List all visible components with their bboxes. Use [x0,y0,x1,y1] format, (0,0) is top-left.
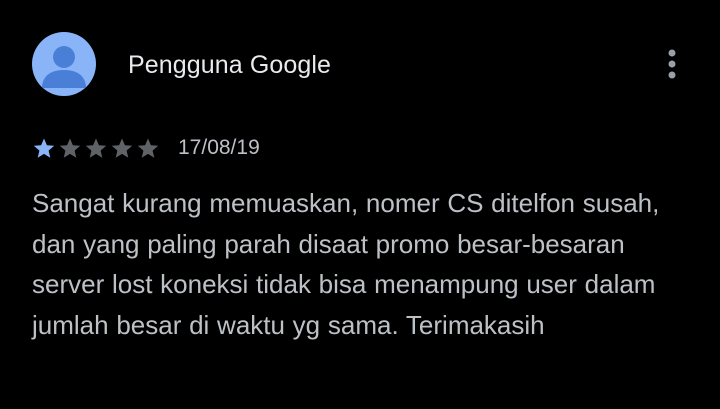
star-empty-icon [84,137,108,159]
star-empty-icon [58,137,82,159]
star-empty-icon [110,137,134,159]
more-vertical-icon [668,49,676,79]
rating-row: 17/08/19 [32,136,260,160]
star-rating [32,137,162,159]
review-date: 17/08/19 [178,136,260,159]
review-author-name: Pengguna Google [128,51,332,79]
review-card: Pengguna Google 17/08/19 Sangat kurang m… [0,0,720,409]
star-empty-icon [136,137,160,159]
user-avatar-icon [32,32,96,96]
more-options-button[interactable] [652,44,692,84]
review-text: Sangat kurang memuaskan, nomer CS ditelf… [32,188,660,340]
star-filled-icon [32,137,56,159]
